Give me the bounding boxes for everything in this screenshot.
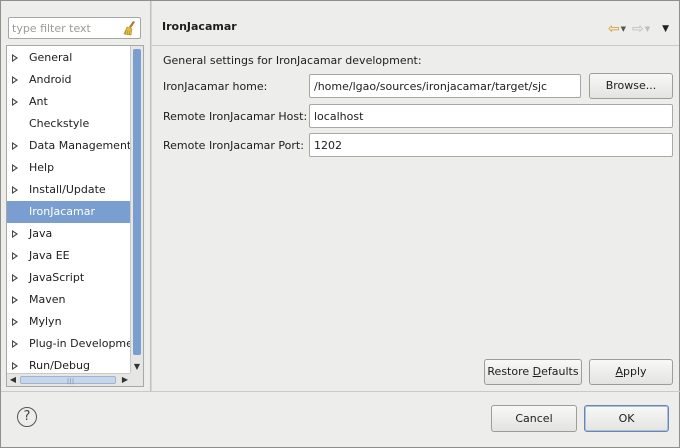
restore-label-start: Restore (487, 365, 533, 378)
expand-triangle-icon[interactable] (12, 340, 18, 348)
page-nav: ⇦ ▼ ⇨ ▼ ▼ (608, 21, 669, 37)
tree-item-label: JavaScript (29, 271, 85, 284)
apply-mnemonic: A (615, 365, 623, 378)
page-description: General settings for IronJacamar develop… (163, 54, 422, 67)
expand-triangle-icon[interactable] (12, 186, 18, 194)
apply-button[interactable]: Apply (589, 359, 673, 385)
chevron-down-icon: ▼ (620, 25, 626, 33)
expand-triangle-icon[interactable] (12, 318, 18, 326)
tree-item-android[interactable]: Android (7, 69, 131, 91)
scroll-corner (130, 373, 143, 386)
expand-triangle-icon[interactable] (12, 252, 18, 260)
restore-label-end: efaults (541, 365, 579, 378)
home-field[interactable] (309, 74, 581, 98)
tree-item-general[interactable]: General (7, 47, 131, 69)
triangle-down-icon: ▼ (662, 24, 669, 34)
tree-item-javascript[interactable]: JavaScript (7, 267, 131, 289)
tree-item-help[interactable]: Help (7, 157, 131, 179)
tree-item-label: Plug-in Developme (29, 337, 131, 350)
host-label: Remote IronJacamar Host: (163, 110, 308, 123)
forward-button[interactable]: ⇨ ▼ (632, 22, 650, 36)
tree-item-maven[interactable]: Maven (7, 289, 131, 311)
expand-triangle-icon[interactable] (12, 362, 18, 370)
tree-horizontal-scrollbar[interactable]: ◀ ||| ▶ (7, 373, 131, 386)
question-circle-icon[interactable]: ? (17, 407, 37, 427)
tree-item-label: IronJacamar (29, 205, 95, 218)
preference-page: IronJacamar ⇦ ▼ ⇨ ▼ ▼ General settings f… (152, 1, 679, 391)
tree-item-label: Mylyn (29, 315, 62, 328)
filter-input[interactable] (12, 21, 124, 35)
expand-triangle-icon[interactable] (12, 98, 18, 106)
restore-defaults-button[interactable]: Restore Defaults (484, 359, 582, 385)
tree-item-label: Maven (29, 293, 66, 306)
tree-item-java[interactable]: Java (7, 223, 131, 245)
tree-item-label: Android (29, 73, 72, 86)
broom-icon[interactable] (122, 20, 138, 36)
tree-item-label: Run/Debug (29, 359, 90, 372)
apply-label-end: pply (623, 365, 647, 378)
tree-item-data-management[interactable]: Data Management (7, 135, 131, 157)
preference-tree: General Android Ant Checkstyle Data Manageme… (6, 45, 144, 387)
tree-item-label: Ant (29, 95, 48, 108)
preferences-nav-panel: General Android Ant Checkstyle Data Manageme… (1, 1, 150, 391)
back-button[interactable]: ⇦ ▼ (608, 22, 626, 36)
expand-triangle-icon[interactable] (12, 76, 18, 84)
tree-vertical-scrollbar[interactable]: ▼ (130, 46, 143, 373)
tree-item-label: Java EE (29, 249, 70, 262)
expand-triangle-icon[interactable] (12, 230, 18, 238)
port-field[interactable] (309, 133, 673, 157)
page-title: IronJacamar (162, 20, 237, 33)
title-separator (152, 45, 679, 46)
scroll-down-icon[interactable]: ▼ (131, 361, 143, 373)
preferences-dialog: General Android Ant Checkstyle Data Manageme… (0, 0, 680, 448)
home-input[interactable] (314, 79, 576, 93)
host-input[interactable] (314, 109, 668, 123)
tree-item-plug-in-developme[interactable]: Plug-in Developme (7, 333, 131, 355)
tree-item-ant[interactable]: Ant (7, 91, 131, 113)
view-menu-button[interactable]: ▼ (662, 24, 669, 34)
tree-item-java-ee[interactable]: Java EE (7, 245, 131, 267)
chevron-down-icon: ▼ (644, 25, 651, 33)
browse-button[interactable]: Browse... (589, 73, 673, 99)
tree-item-label: Checkstyle (29, 117, 90, 130)
tree-item-ironjacamar[interactable]: IronJacamar (7, 201, 131, 223)
host-field[interactable] (309, 104, 673, 128)
expand-triangle-icon[interactable] (12, 296, 18, 304)
restore-mnemonic: D (532, 365, 542, 378)
horizontal-scroll-thumb[interactable]: ||| (20, 376, 116, 385)
tree-item-label: Java (29, 227, 53, 240)
port-label: Remote IronJacamar Port: (163, 139, 304, 152)
tree-item-install-update[interactable]: Install/Update (7, 179, 131, 201)
ok-button[interactable]: OK (584, 405, 669, 432)
expand-triangle-icon[interactable] (12, 54, 18, 62)
expand-triangle-icon[interactable] (12, 142, 18, 150)
tree-item-label: Install/Update (29, 183, 106, 196)
cancel-button[interactable]: Cancel (491, 405, 577, 432)
expand-triangle-icon[interactable] (12, 164, 18, 172)
tree-list: General Android Ant Checkstyle Data Manageme… (7, 47, 131, 377)
vertical-scroll-thumb[interactable] (133, 49, 141, 355)
tree-item-checkstyle[interactable]: Checkstyle (7, 113, 131, 135)
port-input[interactable] (314, 138, 668, 152)
scroll-left-icon[interactable]: ◀ (7, 374, 19, 386)
arrow-left-icon: ⇦ (607, 21, 620, 37)
filter-box[interactable] (8, 17, 141, 39)
tree-item-label: Data Management (29, 139, 131, 152)
tree-item-label: General (29, 51, 73, 64)
home-label: IronJacamar home: (163, 80, 268, 93)
arrow-right-icon: ⇨ (631, 21, 644, 37)
footer-separator (1, 391, 680, 392)
tree-item-label: Help (29, 161, 55, 174)
expand-triangle-icon[interactable] (12, 274, 18, 282)
tree-item-mylyn[interactable]: Mylyn (7, 311, 131, 333)
